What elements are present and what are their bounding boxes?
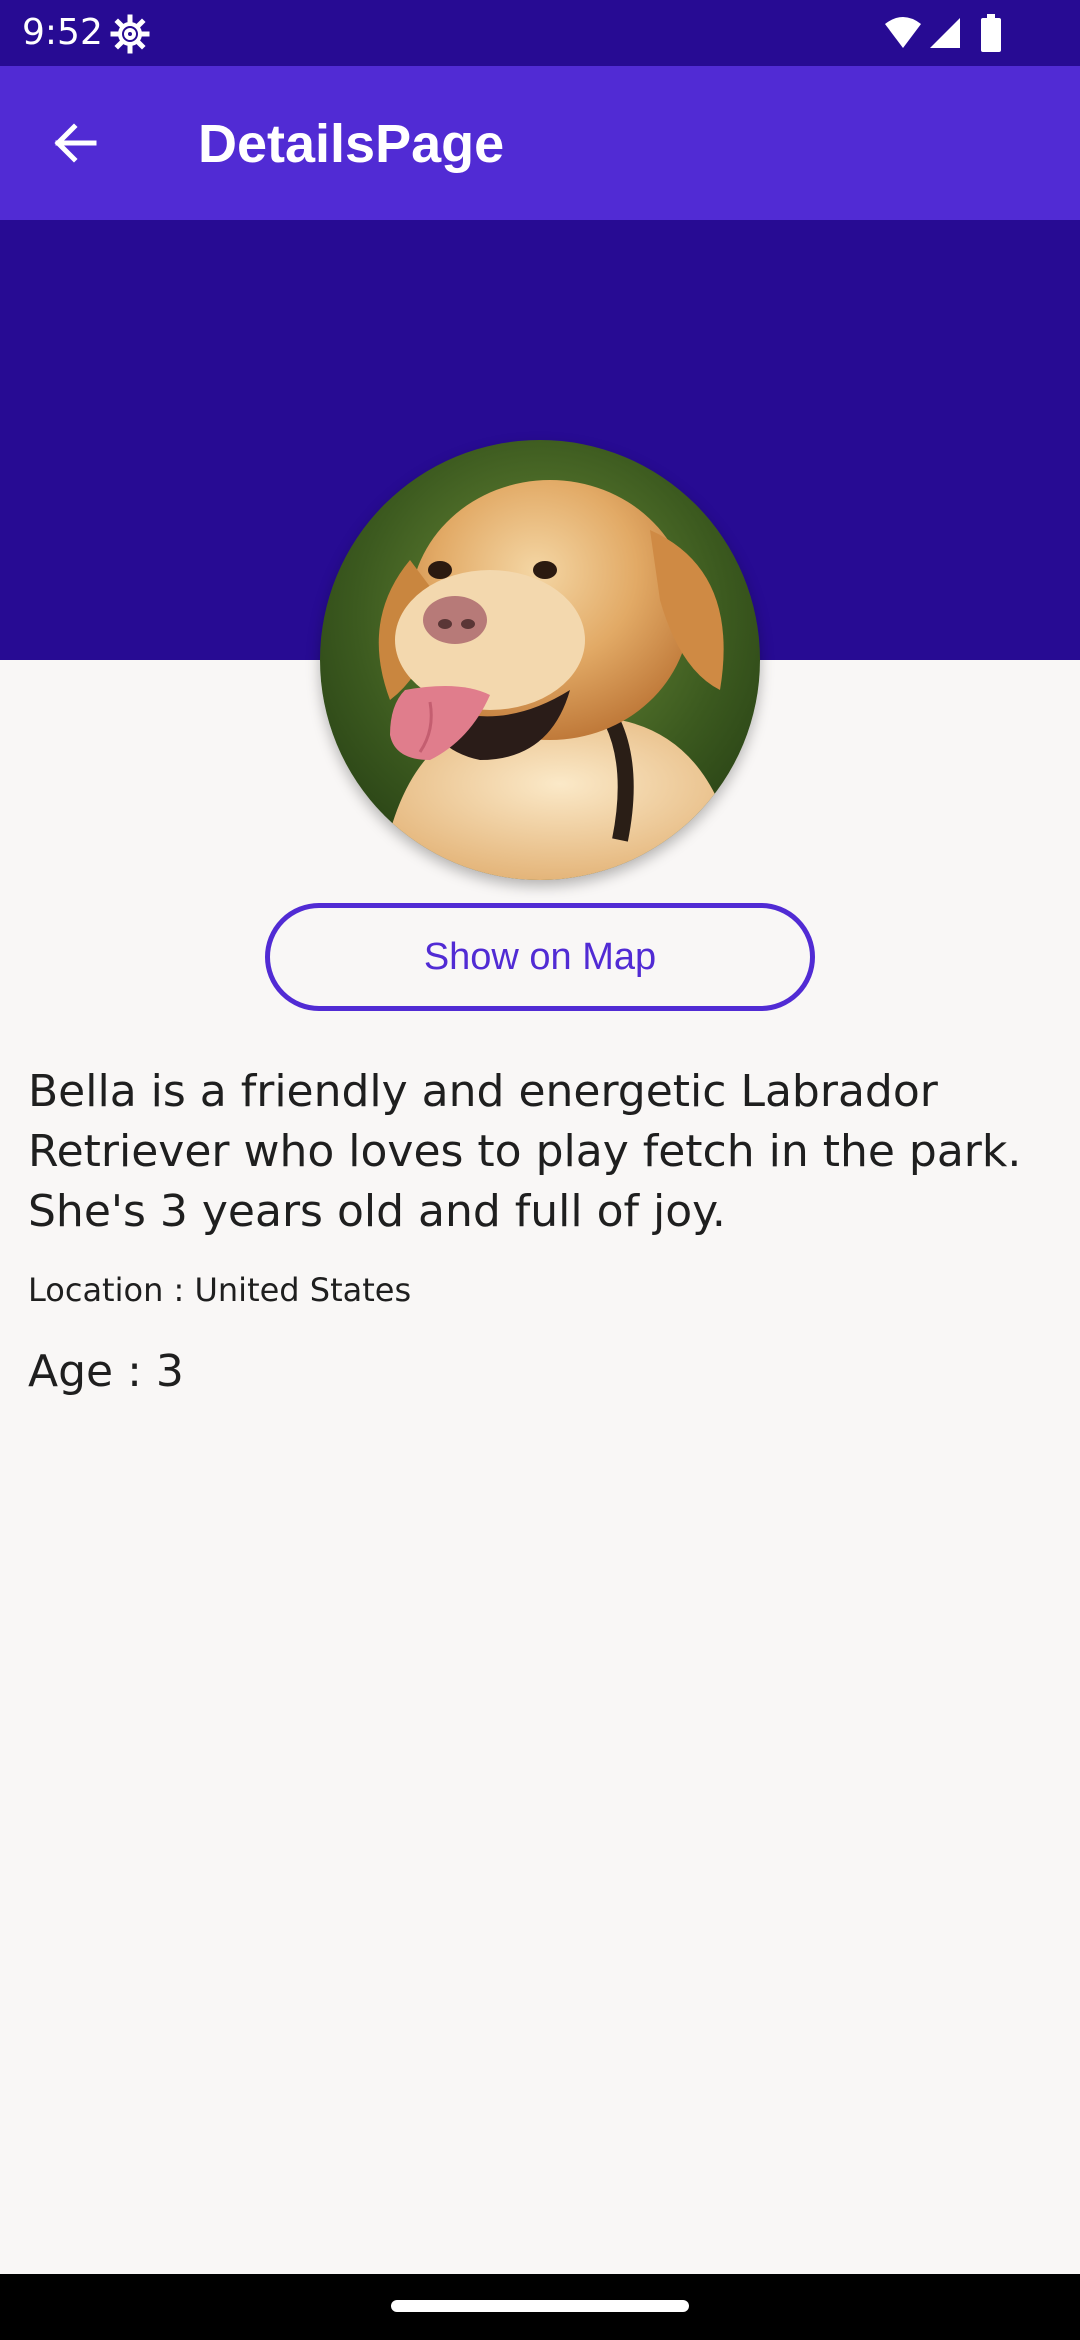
home-gesture-handle[interactable]: [391, 2300, 689, 2312]
page-title: DetailsPage: [198, 114, 505, 174]
back-button[interactable]: [30, 106, 120, 180]
status-time: 9:52: [22, 12, 103, 53]
pet-photo: [320, 440, 760, 880]
battery-icon: [981, 14, 1001, 52]
cellular-signal-icon: [930, 18, 960, 48]
app-bar: DetailsPage: [0, 66, 1080, 220]
show-on-map-button[interactable]: Show on Map: [265, 903, 815, 1011]
settings-icon: [110, 14, 150, 54]
dog-image: [320, 440, 760, 880]
wifi-icon: [885, 17, 921, 48]
pet-location: Location : United States: [28, 1271, 412, 1309]
pet-age: Age : 3: [28, 1346, 184, 1397]
status-bar: 9:52: [0, 0, 1080, 66]
arrow-back-icon: [54, 123, 97, 163]
pet-description: Bella is a friendly and energetic Labrad…: [28, 1066, 1022, 1237]
